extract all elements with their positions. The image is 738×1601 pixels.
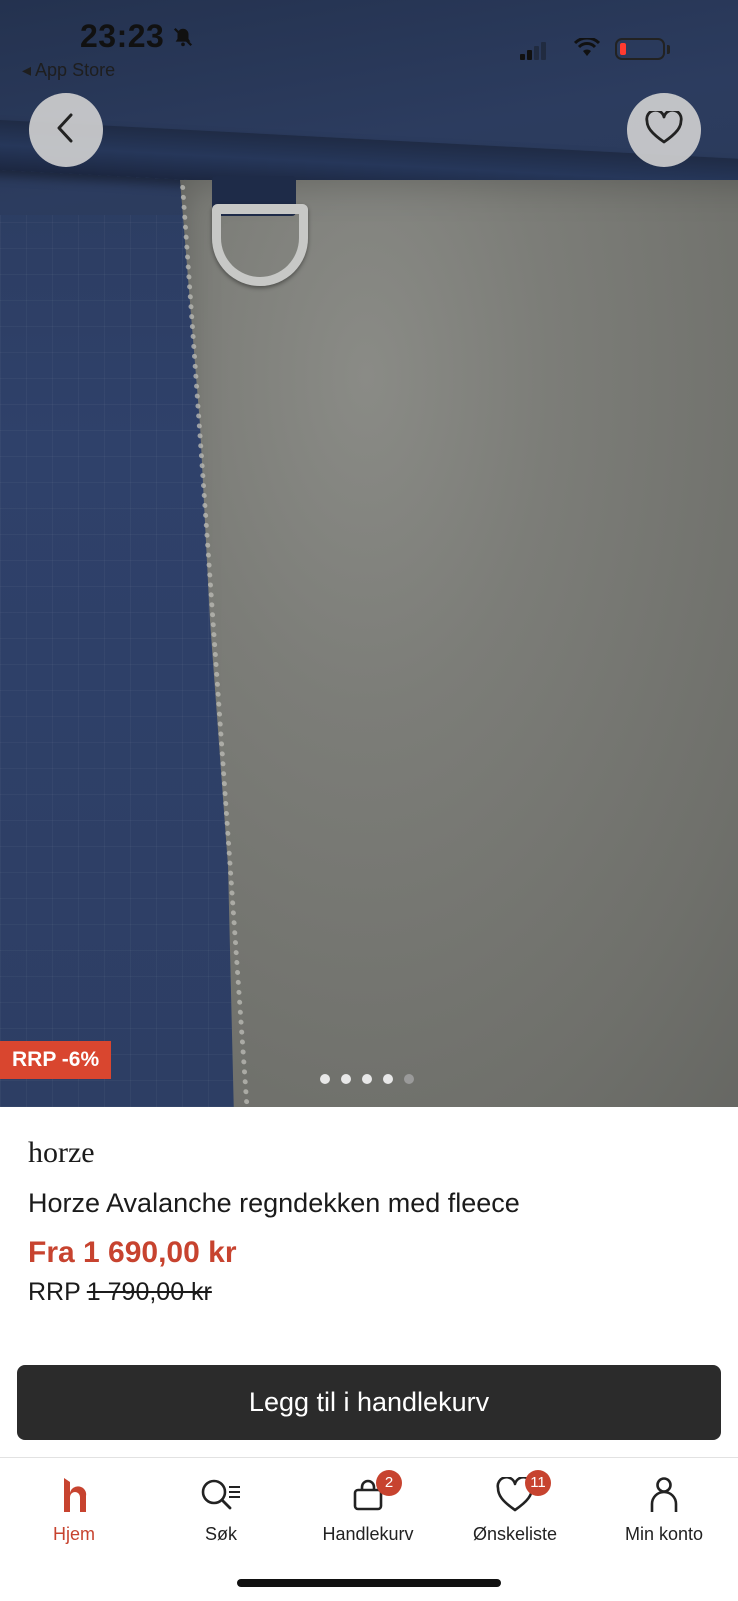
back-button[interactable] <box>29 93 103 167</box>
tab-home-label: Hjem <box>52 1524 95 1544</box>
signal-icon <box>520 42 546 60</box>
tab-search-label: Søk <box>204 1524 237 1544</box>
carousel-indicator[interactable] <box>320 1074 414 1084</box>
battery-cap <box>667 45 670 54</box>
rrp-label: RRP <box>28 1278 81 1306</box>
cart-count-badge: 2 <box>376 1470 402 1496</box>
product-title: Horze Avalanche regndekken med fleece <box>28 1188 520 1218</box>
status-bar: 23:23 ◂ App Store <box>0 0 738 90</box>
tab-wishlist[interactable]: 11 Ønskeliste <box>441 1468 589 1545</box>
tab-cart[interactable]: 2 Handlekurv <box>294 1468 442 1545</box>
chevron-left-icon <box>51 111 81 150</box>
carousel-dot[interactable] <box>362 1074 372 1084</box>
carousel-dot[interactable] <box>341 1074 351 1084</box>
brand-name[interactable]: horze <box>28 1136 95 1170</box>
rrp-old-price: 1 790,00 kr <box>86 1278 212 1306</box>
search-icon <box>147 1468 295 1522</box>
tab-home[interactable]: Hjem <box>0 1468 148 1545</box>
wifi-icon <box>573 36 601 64</box>
tab-wishlist-label: Ønskeliste <box>472 1524 558 1544</box>
user-icon <box>590 1468 738 1522</box>
tab-search[interactable]: Søk <box>147 1468 295 1545</box>
tab-account-label: Min konto <box>624 1524 704 1544</box>
discount-badge: RRP -6% <box>0 1041 112 1079</box>
wishlist-count-badge: 11 <box>525 1470 551 1496</box>
add-to-cart-button[interactable]: Legg til i handlekurv <box>17 1365 721 1440</box>
back-to-app-store-link[interactable]: ◂ App Store <box>22 60 115 81</box>
favorite-button[interactable] <box>627 93 701 167</box>
carousel-dot[interactable] <box>320 1074 330 1084</box>
shopping-bag-icon: 2 <box>294 1468 442 1522</box>
carousel-dot[interactable] <box>404 1074 414 1084</box>
tab-account[interactable]: Min konto <box>590 1468 738 1545</box>
bell-muted-icon <box>172 26 194 55</box>
tab-cart-label: Handlekurv <box>322 1524 414 1544</box>
product-image[interactable] <box>0 0 738 1107</box>
horze-h-icon <box>0 1468 148 1522</box>
carousel-dot-active[interactable] <box>383 1074 393 1084</box>
current-price: Fra 1 690,00 kr <box>28 1236 237 1269</box>
status-time: 23:23 <box>80 18 165 54</box>
rrp-price: RRP 1 790,00 kr <box>28 1278 212 1307</box>
home-indicator <box>237 1579 501 1587</box>
heart-icon <box>645 108 683 150</box>
battery-icon <box>615 38 665 60</box>
heart-icon: 11 <box>441 1468 589 1522</box>
